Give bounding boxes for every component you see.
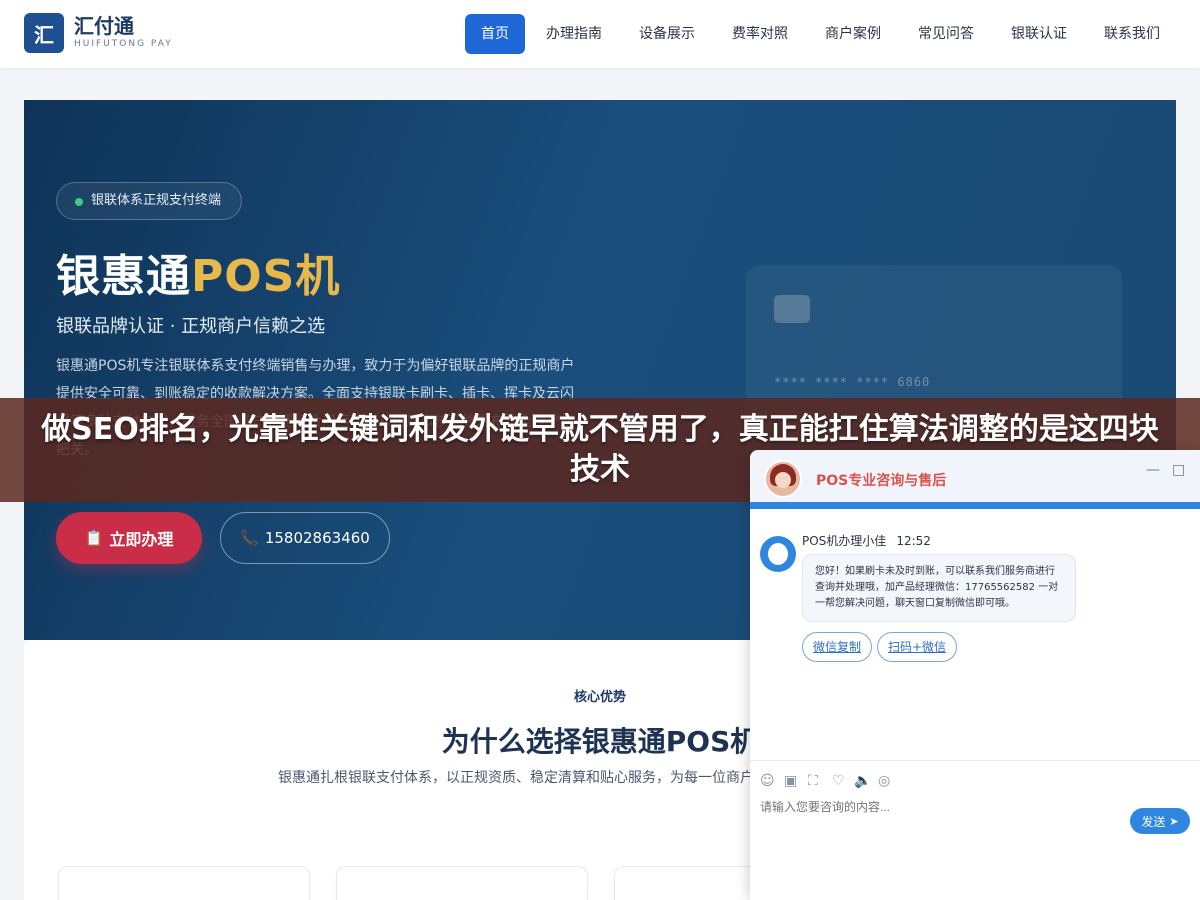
rating-icon[interactable]: ♡ bbox=[832, 773, 845, 789]
logo-text: 汇付通 HUIFUTONG PAY bbox=[74, 15, 173, 51]
quick-reply-copy-wechat[interactable]: 微信复制 bbox=[802, 632, 873, 662]
main-menu: 首页 办理指南 设备展示 费率对照 商户案例 常见问答 银联认证 联系我们 bbox=[460, 14, 1176, 54]
maximize-icon[interactable]: □ bbox=[1172, 462, 1185, 478]
hero-subtitle: 银联品牌认证 · 正规商户信赖之选 bbox=[56, 316, 326, 337]
nav-item-cases[interactable]: 商户案例 bbox=[809, 14, 897, 54]
image-icon[interactable]: ▣ bbox=[784, 773, 797, 789]
message-time: 12:52 bbox=[896, 534, 931, 548]
feature-card bbox=[58, 866, 310, 900]
card-chip-icon bbox=[774, 295, 810, 323]
chat-message-input[interactable] bbox=[760, 800, 1120, 814]
nav-item-contact[interactable]: 联系我们 bbox=[1088, 14, 1176, 54]
agent-info: POS机办理小佳 12:52 bbox=[802, 532, 931, 549]
phone-number: 15802863460 bbox=[264, 529, 370, 547]
hero-title-accent: POS机 bbox=[191, 251, 341, 302]
avatar-face bbox=[775, 472, 791, 488]
nav-item-devices[interactable]: 设备展示 bbox=[623, 14, 711, 54]
minimize-icon[interactable]: — bbox=[1146, 462, 1160, 478]
quick-reply-scan-wechat[interactable]: 扫码+微信 bbox=[877, 632, 958, 662]
sound-icon[interactable]: 🔈 bbox=[854, 773, 871, 789]
service-avatar bbox=[764, 460, 802, 498]
hero-badge: 银联体系正规支付终端 bbox=[56, 182, 243, 220]
customer-service-chat: POS专业咨询与售后 — □ POS机办理小佳 12:52 您好！如果刷卡未及时到… bbox=[750, 450, 1200, 900]
screenshot-icon[interactable]: ⛶ bbox=[808, 773, 818, 789]
send-button[interactable]: 发送 ➤ bbox=[1130, 808, 1190, 834]
send-label: 发送 bbox=[1141, 814, 1166, 829]
nav-item-home[interactable]: 首页 bbox=[465, 14, 525, 54]
chat-toolbar: ☺ ▣ ⛶ ♡ 🔈 ◎ bbox=[750, 760, 1200, 798]
chat-header-title: POS专业咨询与售后 bbox=[816, 473, 947, 489]
send-arrow-icon: ➤ bbox=[1169, 814, 1179, 828]
nav-item-guide[interactable]: 办理指南 bbox=[530, 14, 618, 54]
logo-name: 汇付通 bbox=[74, 14, 134, 38]
apply-now-button[interactable]: 📋 立即办理 bbox=[56, 512, 202, 564]
apply-now-label: 立即办理 bbox=[109, 530, 174, 549]
chat-header-accent-bar bbox=[750, 502, 1200, 509]
logo-subtitle: HUIFUTONG PAY bbox=[74, 39, 173, 49]
wechat-icon[interactable]: ◎ bbox=[878, 773, 890, 789]
feature-card bbox=[336, 866, 588, 900]
phone-icon: 📞 bbox=[240, 529, 259, 547]
nav-item-certification[interactable]: 银联认证 bbox=[995, 14, 1083, 54]
phone-call-button[interactable]: 📞 15802863460 bbox=[220, 512, 390, 564]
agent-message-bubble: 您好！如果刷卡未及时到账，可以联系我们服务商进行查询并处理哦，加产品经理微信：1… bbox=[802, 554, 1076, 622]
agent-face-icon bbox=[768, 543, 788, 565]
status-dot-icon bbox=[75, 198, 83, 206]
nav-item-faq[interactable]: 常见问答 bbox=[902, 14, 990, 54]
hero-title: 银惠通POS机 bbox=[56, 240, 340, 304]
site-logo[interactable]: 汇 汇付通 HUIFUTONG PAY bbox=[24, 13, 173, 53]
nav-item-rates[interactable]: 费率对照 bbox=[716, 14, 804, 54]
logo-mark-icon: 汇 bbox=[24, 13, 64, 53]
emoji-icon[interactable]: ☺ bbox=[760, 773, 775, 789]
clipboard-icon: 📋 bbox=[84, 529, 104, 547]
agent-name: POS机办理小佳 bbox=[802, 534, 887, 548]
agent-avatar bbox=[760, 536, 796, 572]
hero-badge-label: 银联体系正规支付终端 bbox=[91, 193, 222, 208]
card-number: **** **** **** 6860 bbox=[774, 375, 931, 389]
hero-title-main: 银惠通 bbox=[56, 251, 191, 302]
top-navigation: 汇 汇付通 HUIFUTONG PAY 首页 办理指南 设备展示 费率对照 商户… bbox=[0, 0, 1200, 68]
chat-header: POS专业咨询与售后 — □ bbox=[750, 450, 1200, 502]
